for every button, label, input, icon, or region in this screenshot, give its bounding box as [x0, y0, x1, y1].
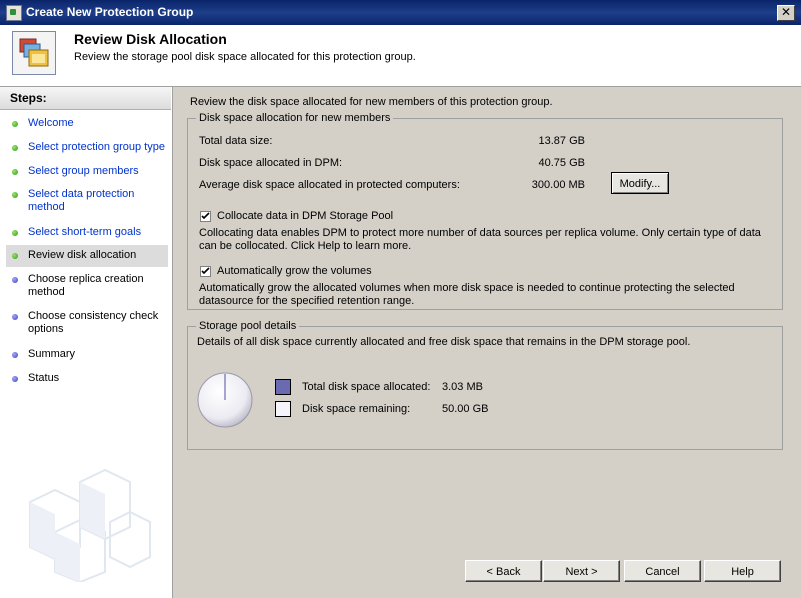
remaining-label: Disk space remaining:: [302, 403, 411, 415]
step-complete-icon: [12, 145, 18, 151]
step-label: Select protection group type: [28, 141, 165, 153]
back-button[interactable]: < Back: [465, 560, 542, 582]
page-subtitle: Review the storage pool disk space alloc…: [74, 51, 416, 63]
step-pending-icon: [12, 314, 18, 320]
step-choose-replica-creation-method[interactable]: Choose replica creation method: [6, 273, 168, 301]
checkmark-icon: [201, 267, 210, 275]
avg-protected-label: Average disk space allocated in protecte…: [199, 179, 460, 191]
protection-group-icon: [12, 31, 56, 75]
step-label: Summary: [28, 348, 76, 360]
step-label: Welcome: [28, 117, 74, 129]
step-label: Select short-term goals: [28, 226, 142, 238]
next-button[interactable]: Next >: [543, 560, 620, 582]
storage-pie-chart: [197, 372, 253, 428]
step-summary[interactable]: Summary: [6, 348, 168, 363]
step-select-data-protection-method[interactable]: Select data protection method: [6, 188, 168, 216]
allocated-value: 3.03 MB: [442, 381, 483, 393]
step-label: Status: [28, 372, 60, 384]
step-select-protection-group-type[interactable]: Select protection group type: [6, 141, 168, 156]
remaining-value: 50.00 GB: [442, 403, 489, 415]
allocated-label: Total disk space allocated:: [302, 381, 431, 393]
step-select-group-members[interactable]: Select group members: [6, 165, 168, 180]
step-complete-icon: [12, 121, 18, 127]
collocate-checkbox[interactable]: [200, 211, 211, 222]
wizard-header: Review Disk Allocation Review the storag…: [0, 25, 801, 87]
cancel-button[interactable]: Cancel: [624, 560, 701, 582]
close-button[interactable]: ✕: [777, 5, 795, 21]
autogrow-label[interactable]: Automatically grow the volumes: [217, 265, 372, 277]
step-review-disk-allocation[interactable]: Review disk allocation: [6, 245, 168, 267]
step-complete-icon: [12, 169, 18, 175]
main-content: Review the disk space allocated for new …: [173, 87, 801, 598]
collocate-label[interactable]: Collocate data in DPM Storage Pool: [217, 210, 393, 222]
allocation-legend: Disk space allocation for new members: [196, 112, 394, 124]
step-current-icon: [12, 253, 18, 259]
step-choose-consistency-check-options[interactable]: Choose consistency check options: [6, 310, 168, 338]
step-status[interactable]: Status: [6, 372, 168, 387]
storage-legend: Storage pool details: [196, 320, 300, 332]
dpm-allocated-label: Disk space allocated in DPM:: [199, 157, 343, 169]
app-icon: [6, 5, 22, 21]
steps-sidebar: Steps: Welcome Select protection group t…: [0, 87, 173, 598]
steps-heading-label: Steps:: [10, 91, 47, 105]
dpm-allocated-value: 40.75 GB: [538, 157, 585, 169]
step-pending-icon: [12, 376, 18, 382]
step-complete-icon: [12, 192, 18, 198]
step-label: Choose consistency check options: [28, 310, 159, 335]
step-label: Select data protection method: [28, 188, 135, 213]
step-pending-icon: [12, 352, 18, 358]
help-button[interactable]: Help: [704, 560, 781, 582]
step-label: Select group members: [28, 165, 139, 177]
step-select-short-term-goals[interactable]: Select short-term goals: [6, 226, 168, 241]
window-title: Create New Protection Group: [26, 5, 194, 19]
checkmark-icon: [201, 212, 210, 220]
step-complete-icon: [12, 230, 18, 236]
total-data-size-label: Total data size:: [199, 135, 273, 147]
storage-pool-group: Storage pool details Details of all disk…: [187, 320, 783, 450]
total-data-size-value: 13.87 GB: [538, 135, 585, 147]
autogrow-checkbox[interactable]: [200, 266, 211, 277]
step-label: Review disk allocation: [28, 249, 137, 261]
page-title: Review Disk Allocation: [74, 31, 227, 47]
step-pending-icon: [12, 277, 18, 283]
avg-protected-value: 300.00 MB: [531, 179, 585, 191]
collocate-description: Collocating data enables DPM to protect …: [199, 227, 761, 252]
autogrow-description: Automatically grow the allocated volumes…: [199, 282, 735, 307]
servers-watermark-icon: [29, 468, 151, 582]
title-bar: Create New Protection Group ✕: [0, 0, 801, 25]
allocation-group: Disk space allocation for new members To…: [187, 112, 783, 310]
storage-description: Details of all disk space currently allo…: [197, 336, 691, 348]
steps-heading: Steps:: [0, 87, 171, 110]
remaining-swatch: [275, 401, 291, 417]
step-label: Choose replica creation method: [28, 273, 144, 298]
step-welcome[interactable]: Welcome: [6, 117, 168, 132]
allocated-swatch: [275, 379, 291, 395]
intro-text: Review the disk space allocated for new …: [190, 96, 553, 108]
modify-button[interactable]: Modify...: [611, 172, 669, 194]
